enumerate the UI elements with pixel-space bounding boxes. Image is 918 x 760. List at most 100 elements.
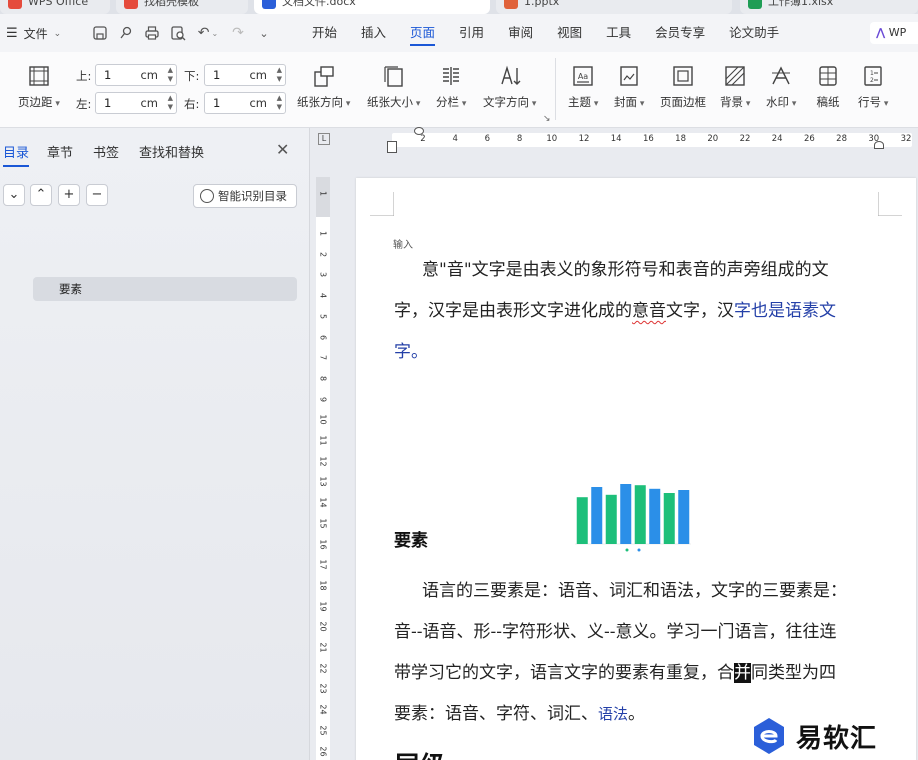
page-border-button[interactable]: 页面边框 [660,64,706,110]
undo-icon[interactable]: ↶ ⌄ [194,23,222,43]
line-number-button[interactable]: 12 行号 [858,64,888,110]
file-menu[interactable]: ☰ 文件 ⌄ [6,25,61,42]
ruler-tick: 16 [318,538,328,550]
spinner-arrows-icon[interactable]: ▲ ▼ [277,94,282,112]
chevron-down-icon: ⌄ [8,187,20,202]
ruler-tick: 1 [318,190,328,197]
ruler-tick: 22 [739,134,751,144]
orientation-button[interactable]: 纸张方向 [297,64,350,110]
ruler-tick: 10 [546,134,558,144]
chart-bar [576,497,588,544]
tab-document[interactable]: 文档文件.docx [254,0,490,14]
tab-member[interactable]: 会员专享 [643,14,717,52]
smart-toc-button[interactable]: 智能识别目录 [193,184,297,208]
ruler-tick: 24 [318,704,328,715]
ruler-tick: 16 [642,134,654,144]
add-heading-button[interactable]: + [58,184,80,206]
horizontal-ruler[interactable]: 2 4 6 8 10 12 14 16 18 20 22 24 26 28 30 32 [387,127,912,153]
tab-wps-office[interactable]: WPS Office [0,0,110,14]
tab-review[interactable]: 审阅 [496,14,545,52]
ruler-tick: 25 [318,725,328,736]
watermark-text: 易软汇 [796,723,878,754]
tab-stop-selector[interactable]: L [318,133,330,145]
ruler-tick: 9 [318,396,328,402]
dialog-launcher-icon[interactable]: ↘ [543,114,551,124]
document-page[interactable]: 输入 意"音"文字是由表义的象形符号和表音的声旁组成的文 字，汉字是由表形文字进… [356,178,916,760]
background-icon [725,66,745,86]
ribbon-tabs: 开始 插入 页面 引用 审阅 视图 工具 会员专享 论文助手 [300,14,791,52]
ruler-tick: 7 [318,355,328,361]
nav-tab-bookmark[interactable]: 书签 [93,142,119,161]
print-icon[interactable] [142,23,162,43]
wps-ai-icon: ⋀ [876,26,886,39]
paper-size-button[interactable]: 纸张大小 [367,64,420,110]
spinner-arrows-icon[interactable]: ▲ ▼ [168,66,173,84]
paragraph-1[interactable]: 意"音"文字是由表义的象形符号和表音的声旁组成的文 字，汉字是由表形文字进化成的… [394,250,880,373]
margins-button[interactable]: 页边距 [18,64,60,110]
chart-legend-marker [625,548,629,552]
paper-size-icon [384,66,403,87]
tab-insert[interactable]: 插入 [349,14,398,52]
bar-chart[interactable] [569,474,699,554]
ruler-tick: 13 [318,476,328,487]
paragraph-2-line-1: 语言的三要素是：语音、词汇和语法，文字的三要素是： [422,581,847,601]
tab-paper-assistant[interactable]: 论文助手 [717,14,791,52]
nav-tab-toc[interactable]: 目录 [3,142,30,167]
tab-template[interactable]: 找稻壳模板 [116,0,248,14]
hyperlink-text[interactable]: 字也是语素文 [734,301,836,321]
nav-tab-find-replace[interactable]: 查找和替换 [139,142,204,161]
close-icon[interactable]: ✕ [276,140,289,159]
text-direction-button[interactable]: 文字方向 [483,64,536,110]
theme-button[interactable]: Aa 主题 [568,64,598,110]
top-margin-label: 上: [76,69,92,83]
menu-bar: ☰ 文件 ⌄ ↶ ⌄ ↷ ⌄ 开始 插入 页面 引用 审阅 视图 工具 会员专享 … [0,14,918,52]
left-margin-input[interactable]: 1 cm ▲ ▼ [95,92,177,114]
right-margin-input[interactable]: 1 cm ▲ ▼ [204,92,286,114]
tab-view[interactable]: 视图 [545,14,594,52]
toc-item[interactable]: 要素 [33,277,297,301]
template-icon [124,0,138,9]
more-chevron-icon[interactable]: ⌄ [254,23,274,43]
tab-reference[interactable]: 引用 [447,14,496,52]
tab-xlsx[interactable]: 工作簿1.xlsx [740,0,918,14]
left-indent-marker[interactable] [387,141,397,153]
tab-start[interactable]: 开始 [300,14,349,52]
input-hint: 输入 [393,240,413,251]
paragraph-2[interactable]: 语言的三要素是：语音、词汇和语法，文字的三要素是： 音--语音、形--字符形状、… [394,571,880,735]
tab-pptx[interactable]: 1.pptx [496,0,732,14]
collapse-all-button[interactable]: ⌄ [3,184,25,206]
svg-text:2: 2 [870,77,874,84]
pin-icon[interactable] [116,23,136,43]
background-button[interactable]: 背景 [720,64,750,110]
redo-icon[interactable]: ↷ [228,23,248,43]
tab-page[interactable]: 页面 [398,14,447,52]
selected-text[interactable]: 并 [734,663,751,683]
bottom-margin-input[interactable]: 1 cm ▲ ▼ [204,64,286,86]
move-up-button[interactable]: ⌃ [30,184,52,206]
heading-levels[interactable]: 层级 [394,746,446,760]
columns-icon [443,67,460,85]
cover-button[interactable]: 封面 [614,64,644,110]
columns-button[interactable]: 分栏 [436,64,466,110]
ruler-tick: 5 [318,313,328,319]
vertical-ruler[interactable]: 1 1 2 3 4 5 6 7 8 9 10 11 12 13 14 15 16 17 18 19 20 21 22 23 24… [316,177,330,760]
ruler-tick: 32 [900,134,912,144]
paragraph-2-line-3: 带学习它的文字，语言文字的要素有重复，合并同类型为四 [394,663,836,683]
wps-ai-button[interactable]: ⋀ WP [870,22,918,44]
manuscript-button[interactable]: 稿纸 [816,64,840,110]
cover-icon [620,66,638,86]
remove-heading-button[interactable]: − [86,184,108,206]
print-preview-icon[interactable] [168,23,188,43]
save-icon[interactable] [90,23,110,43]
watermark-button[interactable]: 水印 [766,64,796,110]
tab-tools[interactable]: 工具 [594,14,643,52]
heading-elements[interactable]: 要素 [394,526,428,551]
top-margin-input[interactable]: 1 cm ▲ ▼ [95,64,177,86]
minus-icon: − [91,187,103,202]
chart-bar [678,490,690,544]
page-ribbon: 页边距 上: 1cm▲▼ 下: 1cm▲▼ 左: 1cm▲▼ 右: 1cm▲▼ … [0,52,918,128]
spinner-arrows-icon[interactable]: ▲ ▼ [168,94,173,112]
spinner-arrows-icon[interactable]: ▲ ▼ [277,66,282,84]
ruler-tick: 26 [318,745,328,757]
nav-tab-chapter[interactable]: 章节 [47,142,73,161]
